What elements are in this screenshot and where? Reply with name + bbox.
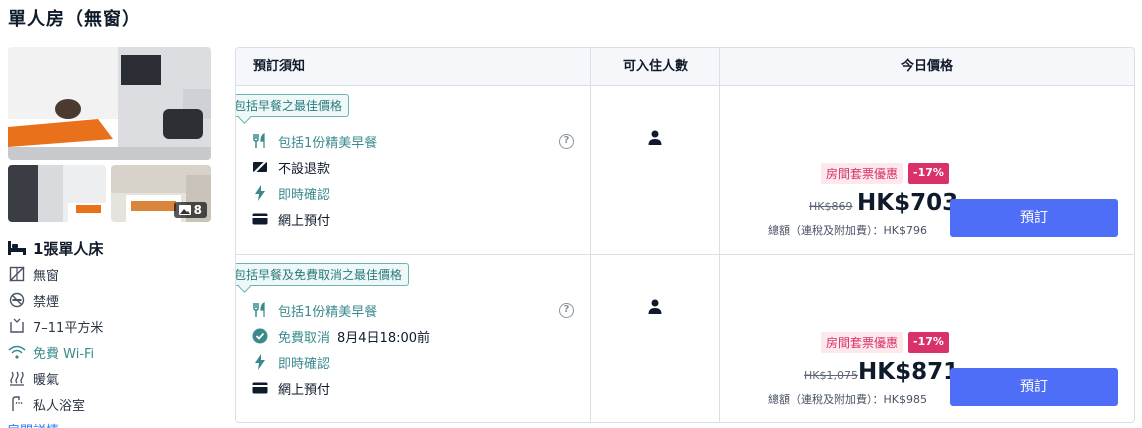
discount-badge: -17%	[908, 332, 949, 353]
no-refund-icon	[251, 158, 269, 176]
feature-wifi: 免費 Wi-Fi	[7, 339, 222, 365]
best-price-tag: 包括早餐之最佳價格	[236, 94, 350, 117]
photo-count: 8	[193, 203, 202, 217]
header-policy: 預訂須知	[253, 59, 306, 74]
feature-label: 7–11平方米	[33, 320, 104, 336]
wifi-icon	[7, 342, 27, 362]
inclusion-label: 網上預付	[278, 213, 331, 229]
inclusion-breakfast: 包括1份精美早餐	[251, 131, 377, 151]
inclusion-label: 即時確認	[278, 356, 331, 372]
feature-label: 私人浴室	[33, 398, 86, 414]
promo-badges: 房間套票優惠 -17%	[821, 163, 949, 184]
total-price: 總額（連稅及附加費）：HK$796	[768, 224, 927, 237]
best-price-tag: 包括早餐及免費取消之最佳價格	[236, 263, 410, 286]
lightning-icon	[251, 184, 269, 202]
header-occupancy: 可入住人數	[622, 59, 688, 74]
feature-no-window: 無窗	[7, 261, 222, 287]
room-size-icon	[7, 316, 27, 336]
private-bathroom-icon	[7, 394, 27, 414]
feature-no-smoking: 禁煙	[7, 287, 222, 313]
room-photo-2[interactable]	[8, 165, 106, 222]
inclusion-instant-confirm: 即時確認	[251, 352, 330, 372]
total-price: 總額（連稅及附加費）：HK$985	[768, 393, 927, 406]
room-details-link[interactable]: 房間詳情	[7, 420, 59, 428]
discount-badge: -17%	[908, 163, 949, 184]
card-icon	[251, 379, 269, 397]
promo-label: 房間套票優惠	[821, 332, 904, 353]
help-icon[interactable]: ?	[559, 303, 574, 318]
inclusion-label: 包括1份精美早餐	[278, 135, 378, 151]
header-price: 今日價格	[900, 59, 953, 74]
feature-label: 暖氣	[33, 372, 60, 388]
card-icon	[251, 210, 269, 228]
original-price: HK$869	[809, 200, 853, 213]
cutlery-icon	[251, 301, 269, 319]
lightning-icon	[251, 353, 269, 371]
feature-label: 禁煙	[33, 294, 60, 310]
person-icon	[648, 130, 662, 145]
current-price: HK$871	[858, 359, 960, 385]
room-photo-image	[8, 47, 211, 160]
original-price: HK$1,075	[804, 369, 858, 382]
feature-heating: 暖氣	[7, 365, 222, 391]
cancel-deadline: 8月4日18:00前	[337, 330, 431, 346]
check-circle-icon	[251, 327, 269, 345]
current-price: HK$703	[857, 190, 959, 216]
inclusion-instant-confirm: 即時確認	[251, 183, 330, 203]
no-window-icon	[7, 264, 27, 284]
gallery-icon	[178, 205, 191, 215]
heating-icon	[7, 368, 27, 388]
inclusion-prepay: 網上預付	[251, 209, 330, 229]
room-photo-main[interactable]	[8, 47, 211, 160]
cutlery-icon	[251, 132, 269, 150]
rates-table: 預訂須知 可入住人數 今日價格 包括早餐之最佳價格 包括1份精美早餐 ? 不設退…	[235, 47, 1135, 423]
inclusion-no-refund: 不設退款	[251, 157, 330, 177]
inclusion-label: 不設退款	[278, 161, 331, 177]
inclusion-label: 即時確認	[278, 187, 331, 203]
feature-private-bathroom: 私人浴室	[7, 391, 222, 417]
no-smoking-icon	[7, 290, 27, 310]
inclusion-free-cancel: 免費取消 8月4日18:00前	[251, 326, 430, 346]
table-header: 預訂須知 可入住人數 今日價格	[236, 48, 1134, 86]
inclusion-prepay: 網上預付	[251, 378, 330, 398]
rate-row: 包括早餐之最佳價格 包括1份精美早餐 ? 不設退款 即時確認 網上預付 房間套票…	[236, 86, 1134, 255]
room-title: 單人房（無窗）	[8, 9, 141, 30]
photo-count-badge[interactable]: 8	[173, 202, 207, 218]
feature-label: 免費 Wi-Fi	[33, 346, 95, 362]
help-icon[interactable]: ?	[559, 134, 574, 149]
feature-label: 無窗	[33, 268, 60, 284]
room-features: 1張單人床 無窗 禁煙 7–11平方米 免費 Wi-Fi 暖氣 私人浴室	[7, 235, 222, 417]
room-photo-3[interactable]: 8	[111, 165, 211, 222]
inclusion-breakfast: 包括1份精美早餐	[251, 300, 377, 320]
inclusion-label: 包括1份精美早餐	[278, 304, 378, 320]
book-button[interactable]: 預訂	[950, 368, 1118, 406]
book-button[interactable]: 預訂	[950, 199, 1118, 237]
feature-bed: 1張單人床	[7, 235, 222, 261]
feature-room-size: 7–11平方米	[7, 313, 222, 339]
feature-label: 1張單人床	[33, 239, 104, 258]
room-photo-image	[8, 165, 106, 222]
promo-badges: 房間套票優惠 -17%	[821, 332, 949, 353]
inclusion-label: 網上預付	[278, 382, 331, 398]
promo-label: 房間套票優惠	[821, 163, 904, 184]
inclusion-label: 免費取消	[278, 330, 331, 346]
bed-icon	[7, 238, 27, 258]
person-icon	[648, 299, 662, 314]
rate-row: 包括早餐及免費取消之最佳價格 包括1份精美早餐 ? 免費取消 8月4日18:00…	[236, 255, 1134, 422]
